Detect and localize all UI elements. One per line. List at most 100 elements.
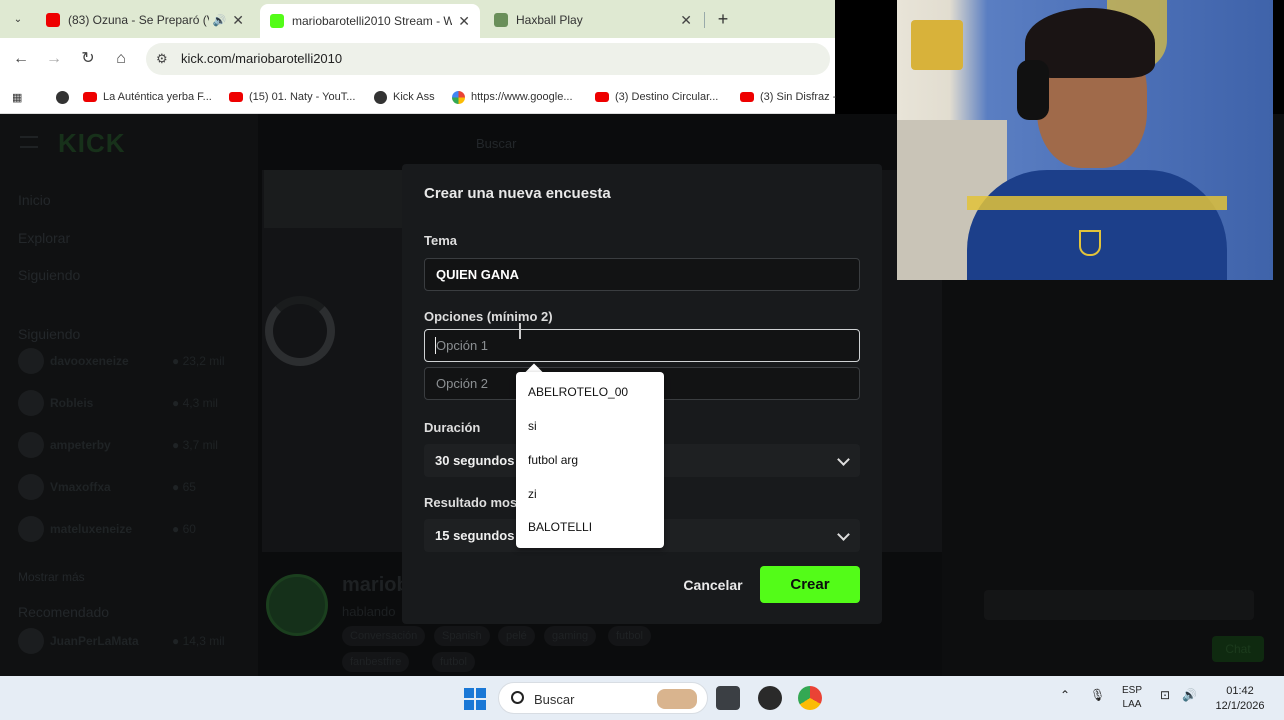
sidebar-item-explorar[interactable]: Explorar <box>18 230 70 246</box>
avatar[interactable] <box>18 474 44 500</box>
language-top: ESP <box>1122 685 1143 696</box>
autocomplete-item[interactable]: BALOTELLI <box>528 520 592 534</box>
tag[interactable]: Conversación <box>342 626 426 646</box>
back-icon[interactable]: ← <box>10 48 32 70</box>
close-icon[interactable]: ✕ <box>680 12 692 29</box>
create-button[interactable]: Crear <box>760 566 860 603</box>
speaker-icon[interactable]: 🔊 <box>213 14 227 27</box>
network-icon[interactable]: ⊡ <box>1160 688 1170 702</box>
address-bar[interactable]: ⚙ kick.com/mariobarotelli2010 <box>146 43 830 75</box>
viewer-count: ● 3,7 mil <box>172 438 218 452</box>
avatar[interactable] <box>18 628 44 654</box>
tab-title: Haxball Play <box>516 13 583 27</box>
bookmark-kick-ass[interactable]: Kick Ass <box>374 88 435 106</box>
tab-divider <box>704 12 705 28</box>
globe-icon <box>374 90 387 104</box>
file-explorer-icon[interactable] <box>716 686 740 710</box>
following-header: Siguiendo <box>18 326 81 342</box>
bookmark-naty[interactable]: (15) 01. Naty - YouT... <box>229 88 355 106</box>
close-icon[interactable]: ✕ <box>458 13 470 30</box>
bookmark-label: (3) Sin Disfraz - <box>760 91 837 103</box>
close-icon[interactable]: ✕ <box>232 12 244 29</box>
app-icon[interactable] <box>758 686 782 710</box>
avatar[interactable] <box>18 390 44 416</box>
clock[interactable]: 01:42 12/1/2026 <box>1212 684 1268 714</box>
tab-haxball[interactable]: Haxball Play ✕ <box>484 6 702 34</box>
cam-jersey-badge <box>1079 230 1101 256</box>
volume-icon[interactable]: 🔊 <box>1182 688 1197 702</box>
following-name[interactable]: mateluxeneize <box>50 522 132 536</box>
tag[interactable]: gaming <box>544 626 597 646</box>
duration-label: Duración <box>424 420 481 435</box>
taskbar-search[interactable]: Buscar <box>498 682 708 714</box>
chevron-up-icon[interactable]: ⌃ <box>1060 688 1070 702</box>
avatar[interactable] <box>18 348 44 374</box>
chat-send-button[interactable]: Chat <box>1212 636 1264 662</box>
option-1-input[interactable]: Opción 1 <box>424 329 860 362</box>
tag[interactable]: futbol <box>432 652 475 672</box>
youtube-icon <box>229 92 243 102</box>
kick-sidebar: KICK Inicio Explorar Siguiendo Siguiendo… <box>0 114 258 676</box>
tab-title: (83) Ozuna - Se Preparó (Vi <box>68 13 209 27</box>
tag[interactable]: futbol <box>608 626 651 646</box>
cam-jersey-stripe <box>967 196 1227 210</box>
streamer-avatar[interactable] <box>266 574 328 636</box>
tab-ozuna[interactable]: (83) Ozuna - Se Preparó (Vi 🔊 ✕ <box>36 6 254 34</box>
text-cursor-icon <box>519 323 525 339</box>
language-bottom: LAA <box>1122 699 1142 710</box>
streamer-name[interactable]: mariob <box>342 574 409 597</box>
bookmark-sin-disfraz[interactable]: (3) Sin Disfraz - <box>740 88 836 106</box>
site-info-icon[interactable]: ⚙ <box>156 51 168 67</box>
kick-logo[interactable]: KICK <box>58 128 126 159</box>
following-name[interactable]: davooxeneize <box>50 354 129 368</box>
tab-kick-stream[interactable]: mariobarotelli2010 Stream - W ✕ <box>260 4 480 38</box>
following-name[interactable]: ampeterby <box>50 438 111 452</box>
sidebar-item-siguiendo[interactable]: Siguiendo <box>18 267 80 283</box>
clock-time: 01:42 <box>1226 685 1254 697</box>
bookmark-destino[interactable]: (3) Destino Circular... <box>595 88 718 106</box>
avatar[interactable] <box>18 432 44 458</box>
url-text[interactable]: kick.com/mariobarotelli2010 <box>181 51 342 66</box>
search-placeholder[interactable]: Buscar <box>476 136 516 151</box>
cam-poster <box>911 20 963 70</box>
bookmark-yerba[interactable]: La Auténtica yerba F... <box>56 88 212 106</box>
results-value: 15 segundos <box>435 528 515 543</box>
text-caret <box>435 337 436 354</box>
clock-date: 12/1/2026 <box>1215 700 1265 712</box>
autocomplete-item[interactable]: si <box>528 419 537 433</box>
tab-search-icon[interactable]: ⌄ <box>8 10 28 30</box>
language-indicator[interactable]: ESP LAA <box>1122 684 1142 712</box>
windows-start-icon[interactable] <box>464 688 486 710</box>
autocomplete-item[interactable]: ABELROTELO_00 <box>528 385 628 399</box>
chevron-down-icon <box>837 453 850 466</box>
forward-icon[interactable]: → <box>43 48 65 70</box>
sidebar-item-inicio[interactable]: Inicio <box>18 192 51 208</box>
chat-input[interactable] <box>984 590 1254 620</box>
avatar[interactable] <box>18 516 44 542</box>
reload-icon[interactable]: ↻ <box>77 48 99 70</box>
browser-toolbar: ← → ↻ ⌂ ⚙ kick.com/mariobarotelli2010 <box>0 38 835 80</box>
chrome-icon[interactable] <box>798 686 822 710</box>
following-name[interactable]: Vmaxoffxa <box>50 480 111 494</box>
show-more-link[interactable]: Mostrar más <box>18 570 85 584</box>
bookmark-google[interactable]: https://www.google... <box>452 88 573 106</box>
menu-icon[interactable] <box>20 136 38 148</box>
taskbar-search-label: Buscar <box>534 692 575 707</box>
following-name[interactable]: Robleis <box>50 396 93 410</box>
topic-label: Tema <box>424 233 457 248</box>
microphone-icon[interactable]: 🎙 <box>1090 688 1105 702</box>
recommended-name[interactable]: JuanPerLaMata <box>50 634 139 648</box>
autocomplete-item[interactable]: futbol arg <box>528 453 578 467</box>
topic-input[interactable]: QUIEN GANA <box>424 258 860 291</box>
haxball-icon <box>494 13 508 27</box>
youtube-icon <box>595 92 609 102</box>
tag[interactable]: fanbestfire <box>342 652 410 672</box>
apps-icon[interactable]: ▦ <box>12 88 22 106</box>
youtube-icon <box>83 92 97 102</box>
new-tab-button[interactable]: + <box>712 6 734 32</box>
cancel-button[interactable]: Cancelar <box>680 574 746 596</box>
tag[interactable]: Spanish <box>434 626 490 646</box>
tag[interactable]: pelé <box>498 626 535 646</box>
autocomplete-item[interactable]: zi <box>528 487 537 501</box>
home-icon[interactable]: ⌂ <box>110 48 132 70</box>
